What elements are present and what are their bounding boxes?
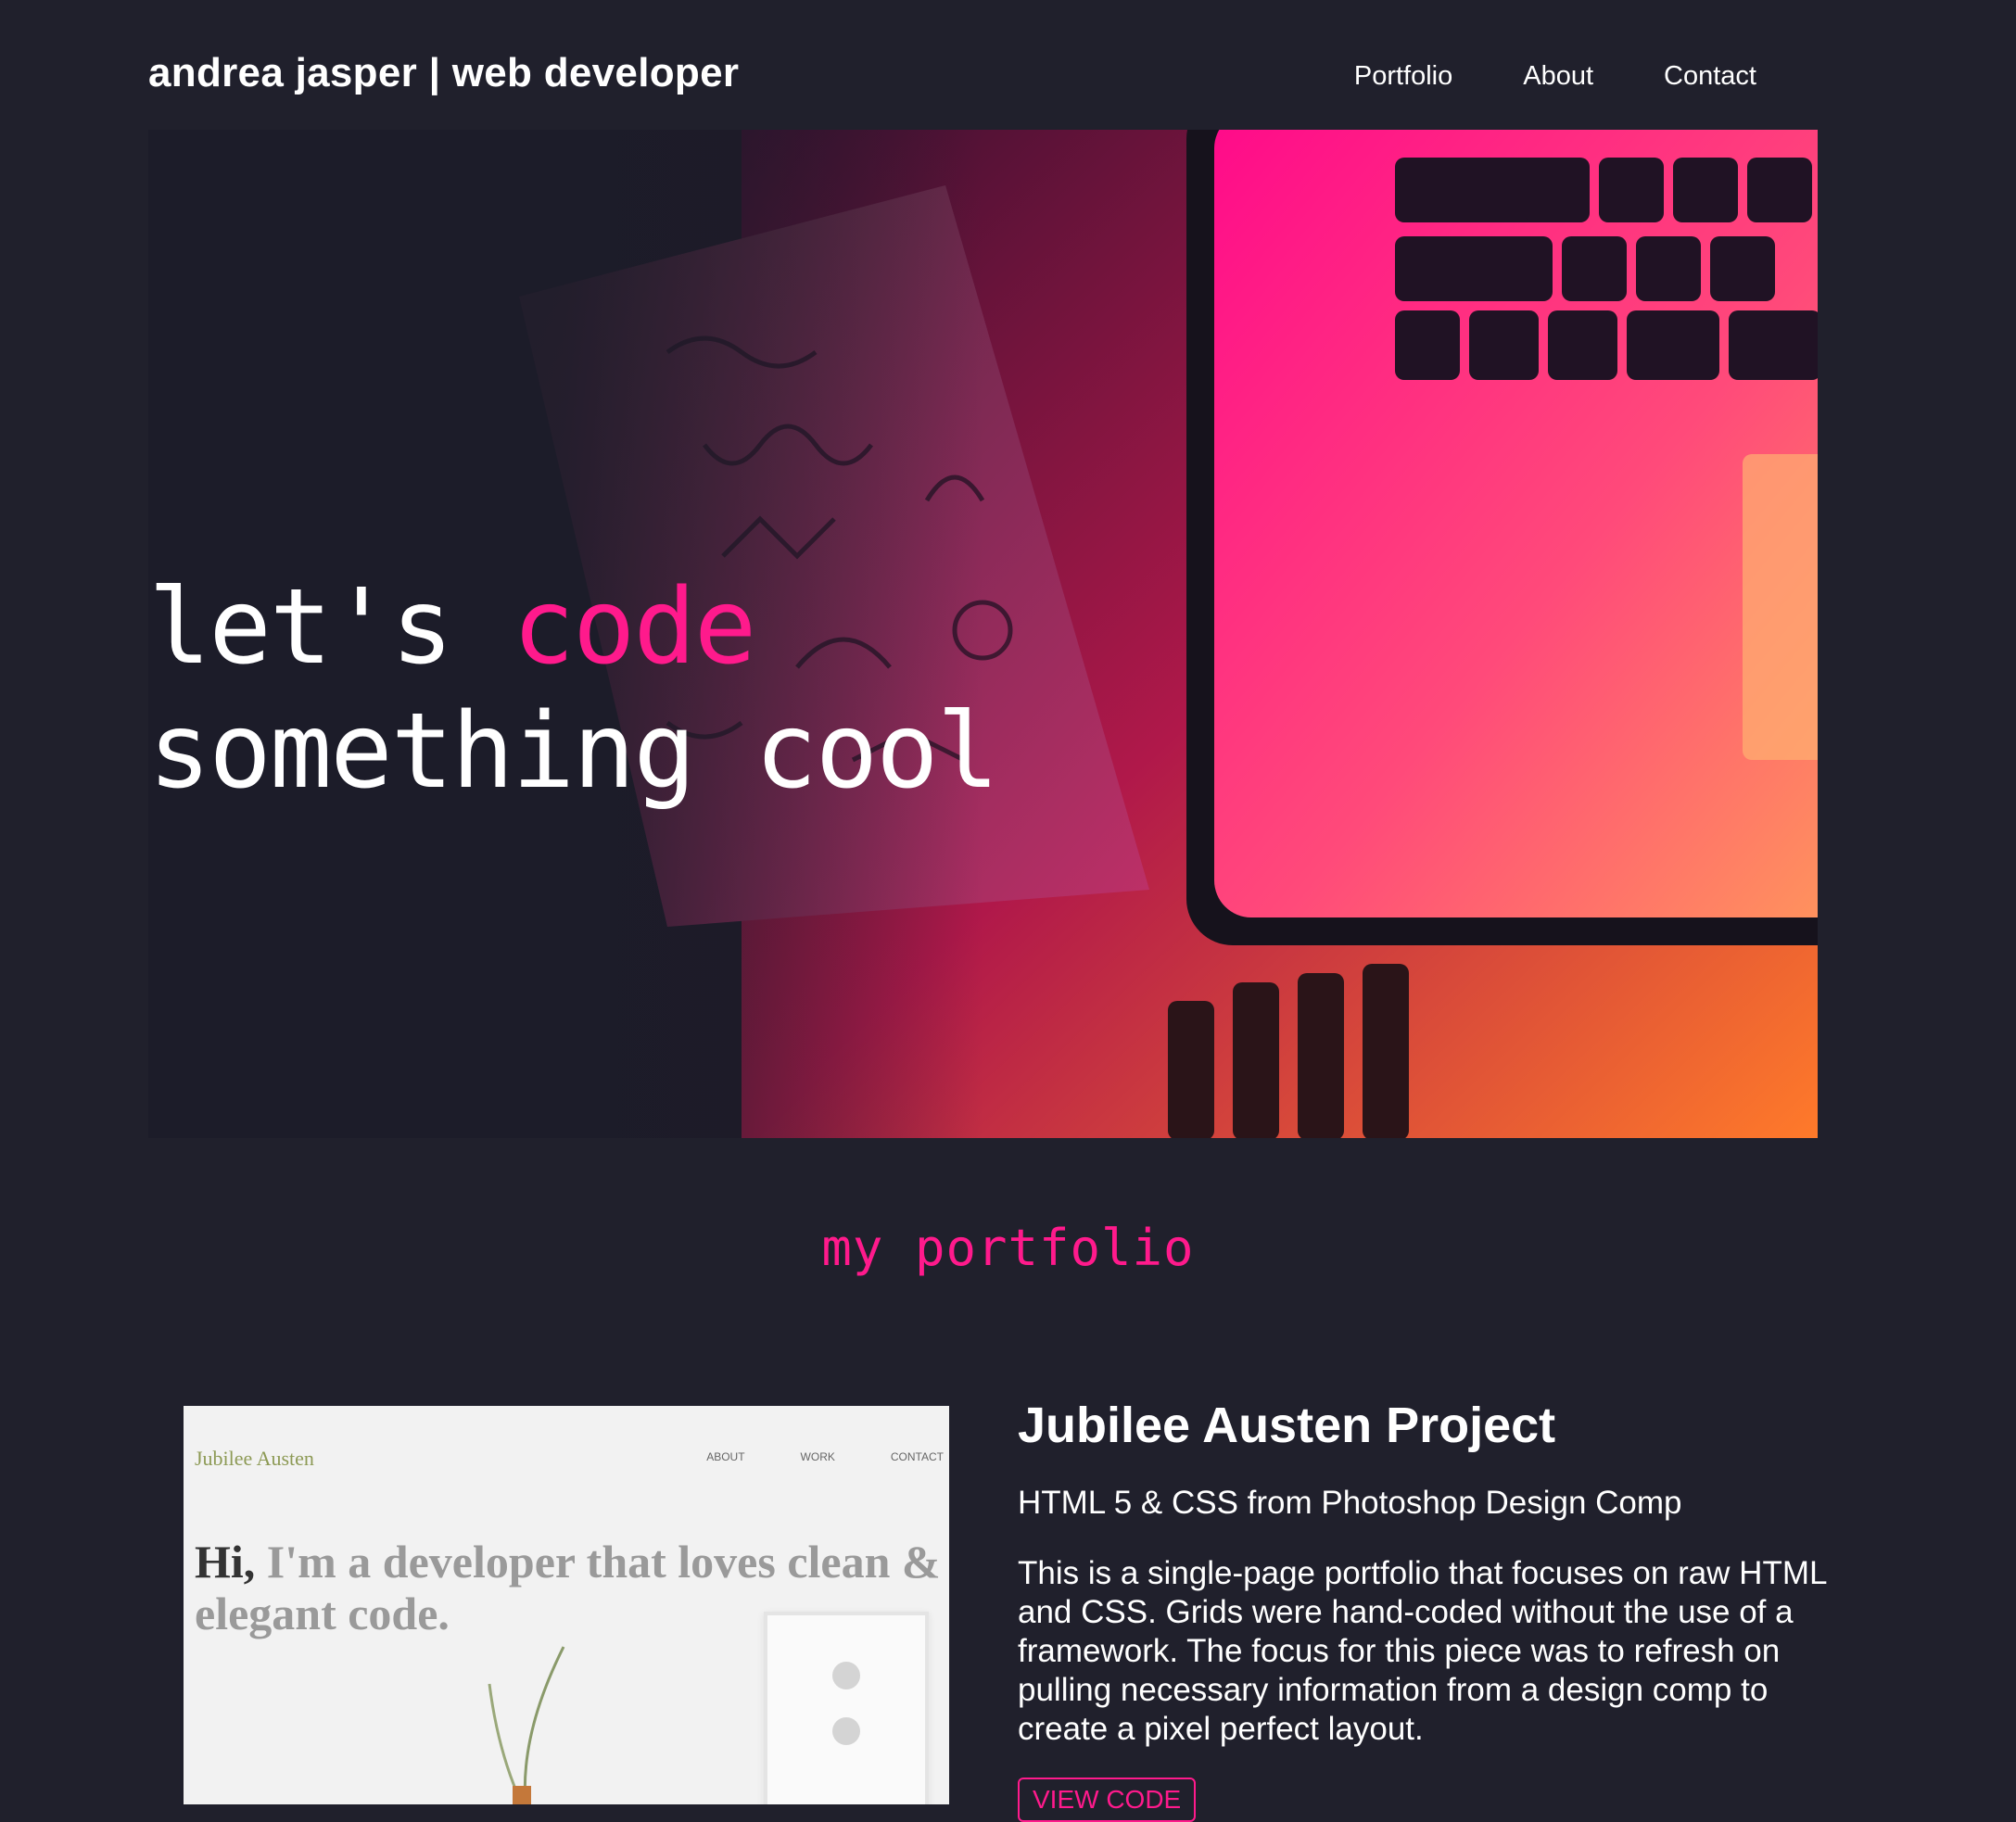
main-nav: Portfolio About Contact [1354,61,1756,92]
hero-line1-accent: code [512,567,757,688]
portfolio-section-title: my portfolio [821,1219,1195,1277]
project-details: Jubilee Austen Project HTML 5 & CSS from… [1018,1395,1833,1749]
hero-headline: let's code something cool [148,565,999,814]
nav-link-about[interactable]: About [1523,61,1593,92]
thumbnail-brand: Jubilee Austen [195,1447,314,1470]
thumbnail-headline-bold: Hi, [195,1536,256,1588]
project-description: This is a single-page portfolio that foc… [1018,1555,1827,1747]
nav-link-portfolio[interactable]: Portfolio [1354,61,1452,92]
frame-dot [832,1717,860,1745]
thumbnail-nav-about: ABOUT [706,1450,745,1463]
hero-line1-prefix: let's [148,567,513,688]
site-brand[interactable]: andrea jasper | web developer [148,50,739,96]
site-header: andrea jasper | web developer Portfolio … [0,0,2016,130]
hero-banner: let's code something cool [148,130,1818,1138]
project-subtitle: HTML 5 & CSS from Photoshop Design Comp [1018,1485,1682,1521]
view-code-button[interactable]: VIEW CODE [1018,1778,1197,1822]
thumbnail-nav-contact: CONTACT [890,1450,944,1463]
thumbnail-plant-image [488,1646,565,1804]
project-title: Jubilee Austen Project [1018,1398,1556,1453]
hero-line2: something cool [148,691,999,812]
frame-dot [832,1662,860,1689]
thumbnail-nav: ABOUT WORK CONTACT [706,1450,944,1463]
nav-link-contact[interactable]: Contact [1664,61,1756,92]
project-thumbnail[interactable]: Jubilee Austen ABOUT WORK CONTACT Hi, I'… [184,1406,949,1804]
thumbnail-picture-frame [764,1612,929,1804]
thumbnail-nav-work: WORK [800,1450,835,1463]
